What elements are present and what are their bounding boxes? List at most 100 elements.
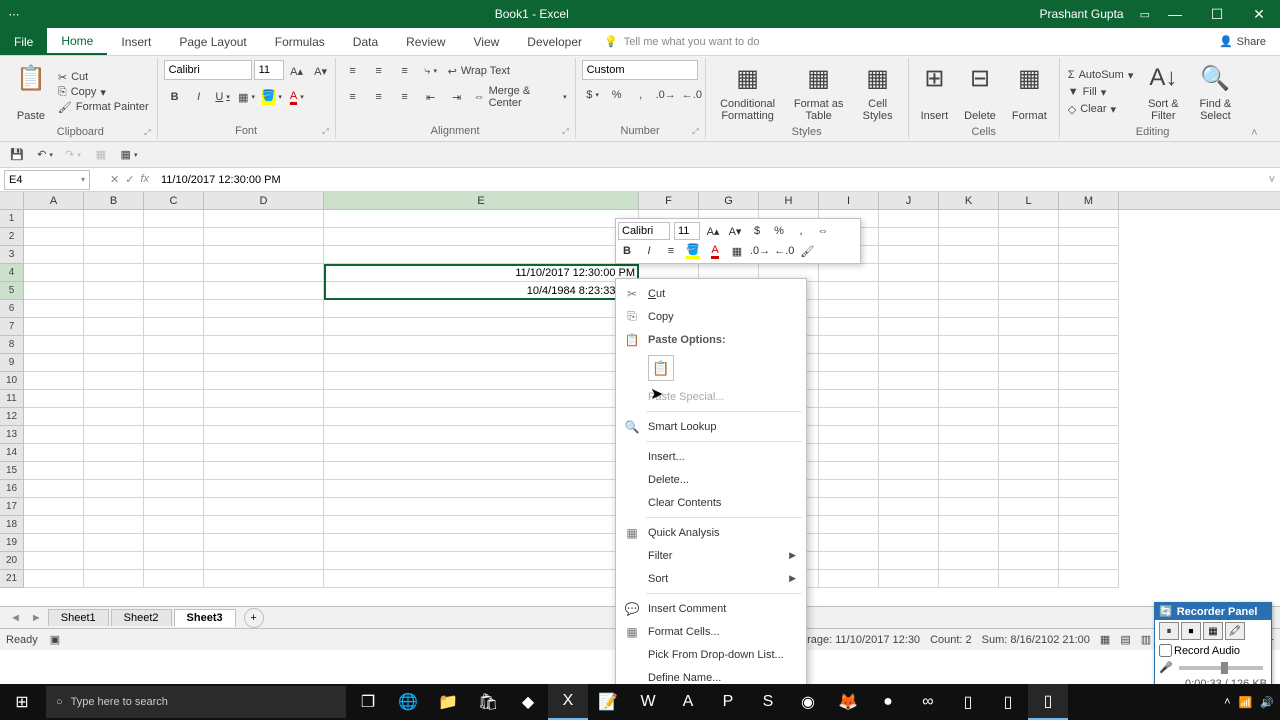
mini-dec-decimal[interactable]: ←.0 (774, 242, 794, 260)
menu-clear-contents[interactable]: Clear Contents (618, 491, 804, 514)
cell[interactable] (999, 354, 1059, 372)
cell[interactable] (84, 354, 144, 372)
menu-cut[interactable]: ✂Cut (618, 282, 804, 305)
col-header[interactable]: A (24, 192, 84, 209)
cell[interactable] (144, 444, 204, 462)
cell[interactable] (204, 408, 324, 426)
menu-filter[interactable]: Filter▶ (618, 544, 804, 567)
cell[interactable] (144, 516, 204, 534)
tab-data[interactable]: Data (339, 28, 392, 55)
cell[interactable] (999, 264, 1059, 282)
cell[interactable] (999, 210, 1059, 228)
row-header[interactable]: 12 (0, 408, 24, 426)
mini-decrease-font[interactable]: A▾ (726, 222, 744, 240)
tray-volume-icon[interactable]: 🔊 (1260, 696, 1274, 709)
row-header[interactable]: 7 (0, 318, 24, 336)
tab-insert[interactable]: Insert (107, 28, 165, 55)
cell[interactable] (144, 336, 204, 354)
cell[interactable] (939, 318, 999, 336)
cell[interactable] (999, 372, 1059, 390)
sheet-tab[interactable]: Sheet3 (174, 609, 236, 627)
cell[interactable] (819, 462, 879, 480)
cell[interactable] (939, 336, 999, 354)
cell[interactable] (879, 480, 939, 498)
close-button[interactable]: ✕ (1242, 0, 1276, 28)
align-top-button[interactable]: ≡ (342, 60, 364, 82)
cell[interactable] (144, 426, 204, 444)
cell[interactable] (324, 246, 639, 264)
increase-decimal-button[interactable]: .0→ (654, 84, 678, 106)
cell[interactable] (819, 318, 879, 336)
cell[interactable] (144, 552, 204, 570)
tab-page-layout[interactable]: Page Layout (165, 28, 260, 55)
cell[interactable] (999, 570, 1059, 588)
borders-button[interactable]: ▦▾ (236, 86, 258, 108)
bold-button[interactable]: B (164, 86, 186, 108)
cell[interactable] (819, 390, 879, 408)
tray-network-icon[interactable]: 📶 (1239, 696, 1253, 709)
merge-center-button[interactable]: ⇔Merge & Center▾ (472, 86, 569, 108)
cell[interactable] (1059, 300, 1119, 318)
align-right-button[interactable]: ≡ (394, 86, 416, 108)
menu-format-cells[interactable]: ▦Format Cells... (618, 620, 804, 643)
cell[interactable] (939, 534, 999, 552)
dialog-launcher-icon[interactable]: ⤢ (562, 127, 568, 137)
select-all-button[interactable] (0, 192, 24, 209)
cell[interactable] (999, 426, 1059, 444)
align-middle-button[interactable]: ≡ (368, 60, 390, 82)
cell[interactable] (204, 552, 324, 570)
cell[interactable] (144, 534, 204, 552)
mini-font-color[interactable]: A (706, 242, 724, 260)
recorder-mark[interactable]: ▦ (1203, 622, 1223, 640)
cell[interactable] (819, 498, 879, 516)
col-header[interactable]: L (999, 192, 1059, 209)
cell[interactable] (1059, 318, 1119, 336)
cell[interactable] (24, 516, 84, 534)
taskbar-app[interactable]: ● (868, 684, 908, 720)
cell[interactable] (324, 300, 639, 318)
cell[interactable] (819, 264, 879, 282)
cell[interactable] (84, 408, 144, 426)
cell[interactable] (999, 462, 1059, 480)
cell[interactable] (324, 426, 639, 444)
ribbon-display-icon[interactable]: ▭ (1140, 8, 1150, 21)
tab-view[interactable]: View (460, 28, 514, 55)
find-select-button[interactable]: 🔍Find & Select (1191, 60, 1239, 124)
user-name[interactable]: Prashant Gupta (1040, 7, 1124, 21)
view-normal-button[interactable]: ▦ (1100, 633, 1110, 646)
taskbar-firefox[interactable]: 🦊 (828, 684, 868, 720)
cell[interactable] (24, 390, 84, 408)
cell-styles-button[interactable]: ▦Cell Styles (854, 60, 902, 124)
italic-button[interactable]: I (188, 86, 210, 108)
cell[interactable] (819, 534, 879, 552)
cell[interactable] (144, 282, 204, 300)
cell[interactable] (144, 372, 204, 390)
decrease-indent-button[interactable]: ⇤ (420, 86, 442, 108)
cell[interactable] (999, 246, 1059, 264)
undo-button[interactable]: ↶▾ (34, 144, 56, 166)
menu-quick-analysis[interactable]: ▦Quick Analysis (618, 521, 804, 544)
accept-formula-button[interactable]: ✓ (125, 173, 134, 186)
conditional-formatting-button[interactable]: ▦Conditional Formatting (712, 60, 784, 124)
cell[interactable] (84, 552, 144, 570)
cell[interactable] (999, 516, 1059, 534)
mini-align[interactable]: ≡ (662, 242, 680, 260)
cell[interactable] (204, 498, 324, 516)
cell[interactable] (24, 480, 84, 498)
formula-input[interactable]: 11/10/2017 12:30:00 PM (155, 174, 1264, 186)
cell[interactable] (879, 552, 939, 570)
cell[interactable] (24, 318, 84, 336)
qat-button[interactable]: ▦ (90, 144, 112, 166)
dialog-launcher-icon[interactable]: ⤢ (692, 127, 698, 137)
cell[interactable] (879, 318, 939, 336)
minimize-button[interactable]: — (1158, 0, 1192, 28)
mini-borders[interactable]: ▦ (728, 242, 746, 260)
insert-cells-button[interactable]: ⊞Insert (915, 60, 955, 124)
taskbar-chrome[interactable]: ◉ (788, 684, 828, 720)
cell[interactable] (1059, 282, 1119, 300)
cell[interactable] (204, 336, 324, 354)
row-header[interactable]: 4 (0, 264, 24, 282)
cell[interactable] (324, 444, 639, 462)
dialog-launcher-icon[interactable]: ⤢ (144, 128, 150, 138)
increase-font-button[interactable]: A▴ (286, 60, 308, 82)
